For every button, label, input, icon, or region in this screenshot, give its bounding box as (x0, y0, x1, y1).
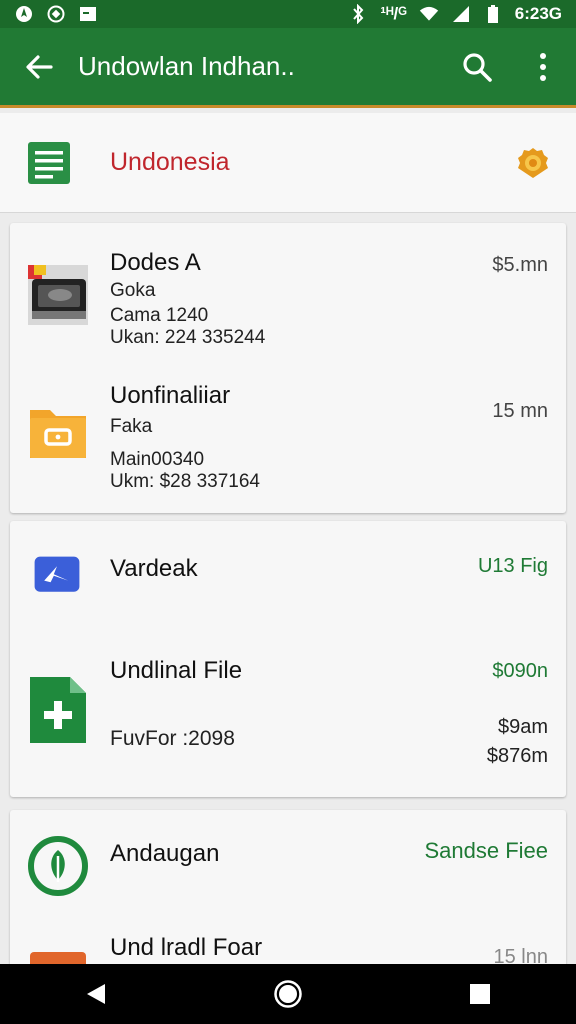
item-meta: Sandse Fiee (424, 838, 548, 863)
item-name: Vardeak (110, 555, 198, 582)
notification-icon (14, 4, 34, 24)
list-item[interactable]: Uonfinaliiar Faka Main00340 Ukm: $28 337… (10, 368, 566, 513)
item-meta: $090n (492, 660, 548, 682)
nav-back-icon (87, 984, 105, 1004)
item-line: Faka (110, 416, 153, 437)
status-bar: ¹ᴴ/ᴳ 6:23G (0, 0, 576, 28)
bluetooth-icon (348, 4, 368, 24)
item-meta: U13 Fig (477, 555, 548, 577)
signal-icon (451, 4, 471, 24)
more-vert-icon (540, 52, 546, 81)
navigation-bar (0, 964, 576, 1024)
file-card: Dodes A Goka Cama 1240 Ukan: 224 335244 … (10, 223, 566, 513)
nav-recents-icon (470, 984, 490, 1004)
network-label: ¹ᴴ/ᴳ (380, 4, 407, 23)
nav-home-icon (274, 980, 302, 1008)
nav-back-button[interactable] (66, 964, 126, 1024)
section-header[interactable]: Undonesia (0, 113, 576, 213)
leaf-circle-icon (28, 836, 88, 896)
add-file-icon (30, 677, 86, 743)
battery-icon (483, 4, 503, 24)
search-icon (463, 52, 492, 82)
status-time: 6:23G (514, 4, 562, 23)
item-name: Andaugan (110, 840, 220, 867)
list-item[interactable]: Undlinal File FuvFor :2098 $090n $9am $8… (10, 631, 566, 797)
badge-icon[interactable] (516, 146, 550, 180)
section-title: Undonesia (110, 148, 230, 176)
list-item[interactable]: Und lradl Foar 15 lnn (10, 920, 566, 1008)
list-item[interactable]: Vardeak U13 Fig (10, 521, 566, 631)
list-item[interactable]: Dodes A Goka Cama 1240 Ukan: 224 335244 … (10, 223, 566, 368)
list-item[interactable]: Andaugan Sandse Fiee (10, 810, 566, 920)
item-meta: $9am (497, 716, 548, 738)
nav-recents-button[interactable] (450, 964, 510, 1024)
item-line: Cama 1240 (110, 305, 209, 326)
document-icon (28, 141, 70, 184)
item-line: Ukm: $28 337164 (110, 471, 260, 492)
folder-icon (30, 410, 86, 458)
arrow-back-icon (26, 54, 53, 79)
file-card: Vardeak U13 Fig Undlinal File FuvFor :20… (10, 521, 566, 797)
item-line: FuvFor :2098 (110, 727, 235, 750)
item-meta: 15 mn (492, 400, 548, 422)
file-card: Andaugan Sandse Fiee Und lradl Foar 15 l… (10, 810, 566, 1008)
item-name: Undlinal File (110, 657, 243, 684)
item-meta: $876m (486, 745, 548, 767)
item-name: Dodes A (110, 249, 201, 276)
app-bar: Undowlan Indhan.. (0, 28, 576, 108)
search-button[interactable] (444, 27, 510, 107)
item-name: Uonfinaliiar (110, 382, 231, 409)
item-line: Ukan: 224 335244 (110, 327, 266, 348)
overflow-menu-button[interactable] (510, 27, 576, 107)
back-button[interactable] (0, 27, 78, 107)
item-line: Main00340 (110, 449, 205, 470)
target-icon (46, 4, 66, 24)
item-line: Goka (110, 280, 156, 301)
item-meta: $5.mn (492, 254, 548, 276)
device-thumbnail (28, 265, 88, 325)
item-name: Und lradl Foar (110, 934, 263, 961)
app-title: Undowlan Indhan.. (78, 51, 295, 81)
nav-home-button[interactable] (258, 964, 318, 1024)
image-icon (78, 4, 98, 24)
app-k-icon (34, 556, 80, 592)
wifi-icon (419, 4, 439, 24)
